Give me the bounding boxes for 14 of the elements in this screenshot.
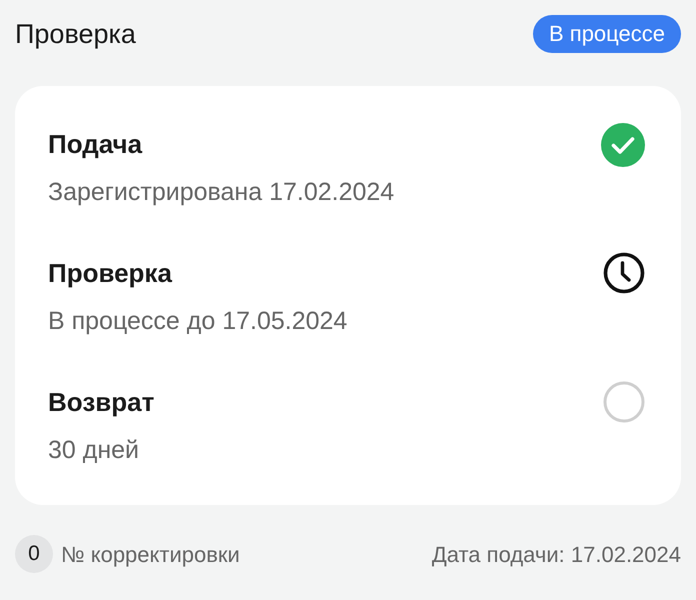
- step-detail: В процессе до 17.05.2024: [48, 306, 348, 337]
- correction-count: 0: [15, 535, 53, 573]
- submission-date: Дата подачи: 17.02.2024: [432, 540, 681, 568]
- status-badge: В процессе: [533, 15, 681, 53]
- step-detail: 30 дней: [48, 435, 140, 466]
- step-title: Проверка: [48, 257, 174, 289]
- step-title: Возврат: [48, 386, 154, 418]
- step-detail: Зарегистрирована 17.02.2024: [48, 177, 394, 208]
- check-icon: [601, 123, 645, 167]
- correction-label: № корректировки: [61, 540, 240, 569]
- empty-circle-icon: [603, 381, 645, 423]
- step-title: Подача: [48, 128, 144, 160]
- clock-icon: [603, 252, 645, 294]
- section-title: Проверка: [15, 18, 136, 51]
